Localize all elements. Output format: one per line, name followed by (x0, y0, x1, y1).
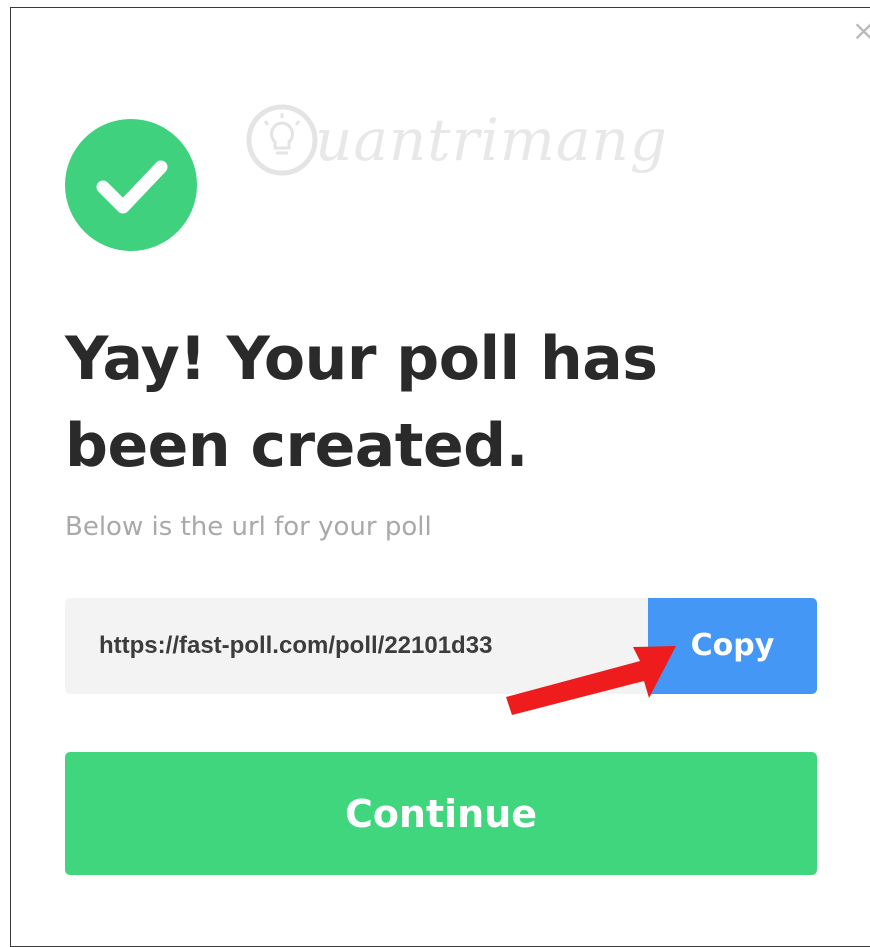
watermark-text: uantrimang (315, 106, 668, 174)
check-circle-icon (65, 119, 197, 251)
copy-button[interactable]: Copy (648, 598, 817, 694)
subtitle: Below is the url for your poll (65, 512, 432, 542)
poll-url-text[interactable]: https://fast-poll.com/poll/22101d33 (99, 598, 492, 694)
watermark: uantrimang (245, 90, 668, 190)
page-title: Yay! Your poll has been created. (65, 324, 658, 481)
close-icon[interactable]: × (852, 18, 870, 44)
lightbulb-logo-icon (246, 104, 318, 176)
continue-button[interactable]: Continue (65, 752, 817, 875)
poll-url-field[interactable]: https://fast-poll.com/poll/22101d33 Copy (65, 598, 817, 694)
